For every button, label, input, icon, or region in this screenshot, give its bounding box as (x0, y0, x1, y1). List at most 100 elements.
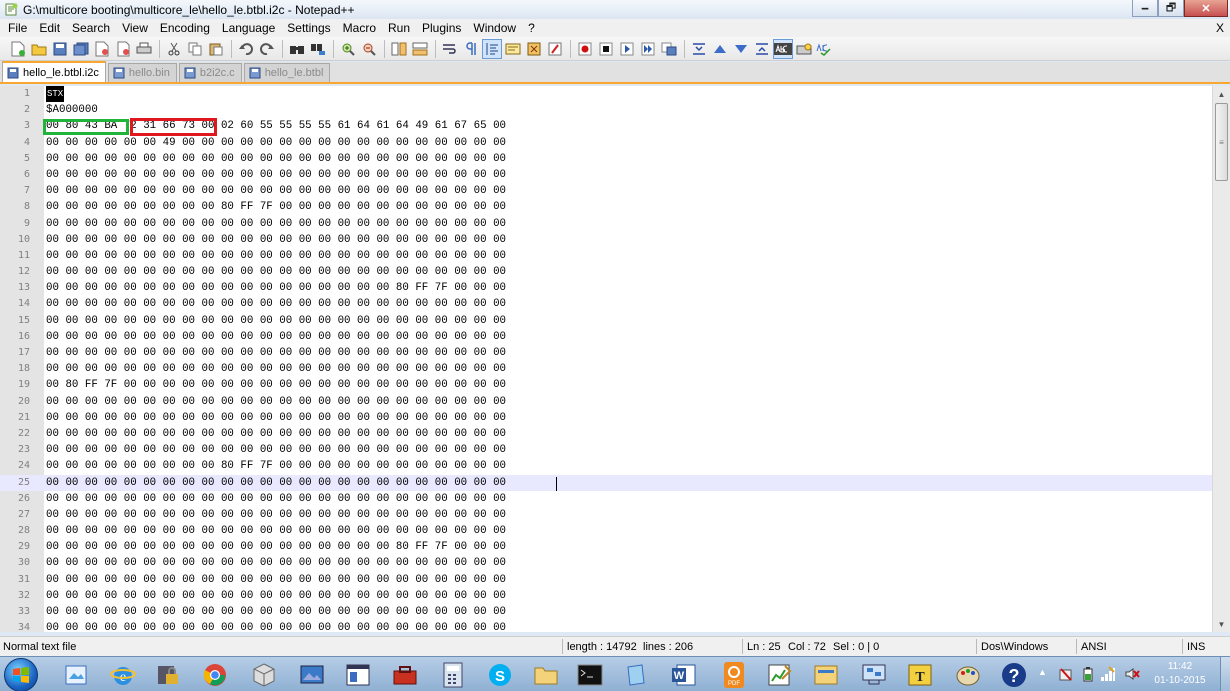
cut-icon[interactable] (164, 39, 184, 59)
indent-guide-icon[interactable] (482, 38, 502, 59)
taskbar-chart-editor-icon[interactable] (762, 659, 798, 690)
editor-line[interactable]: 14 00 00 00 00 00 00 00 00 00 00 00 00 00… (0, 296, 1212, 312)
close-document-button[interactable]: X (1216, 19, 1224, 37)
udl-icon[interactable] (503, 39, 523, 59)
minimize-button[interactable]: 🗕 (1132, 0, 1158, 17)
editor-line[interactable]: 28 00 00 00 00 00 00 00 00 00 00 00 00 00… (0, 523, 1212, 539)
scroll-down-icon[interactable]: ▼ (1213, 616, 1230, 632)
maximize-button[interactable]: 🗗 (1158, 0, 1184, 17)
stop-macro-icon[interactable] (596, 39, 616, 59)
editor-line[interactable]: 30 00 00 00 00 00 00 00 00 00 00 00 00 00… (0, 555, 1212, 571)
text-editor[interactable]: 1 STX 2 $A000000 3 00 80 43 BA 72 31 66 73 00… (0, 86, 1230, 632)
editor-line[interactable]: 1 STX (0, 86, 1212, 102)
editor-line[interactable]: 20 00 00 00 00 00 00 00 00 00 00 00 00 00… (0, 394, 1212, 410)
editor-line[interactable]: 18 00 00 00 00 00 00 00 00 00 00 00 00 00… (0, 361, 1212, 377)
editor-line[interactable]: 2 $A000000 (0, 102, 1212, 118)
taskbar-calculator-icon[interactable] (435, 659, 471, 690)
editor-line[interactable]: 24 00 00 00 00 00 00 00 00 00 80 FF 7F 00… (0, 458, 1212, 474)
replace-icon[interactable] (308, 39, 328, 59)
wrap-icon[interactable] (440, 39, 460, 59)
tab-b2i2c-c[interactable]: b2i2c.c (178, 63, 242, 82)
editor-line[interactable]: 15 00 00 00 00 00 00 00 00 00 00 00 00 00… (0, 313, 1212, 329)
tray-battery-icon[interactable] (1082, 666, 1094, 685)
taskbar-skype-icon[interactable]: S (482, 659, 518, 690)
taskbar-window-app-icon[interactable] (340, 659, 376, 690)
editor-line[interactable]: 5 00 00 00 00 00 00 00 00 00 00 00 00 00 … (0, 151, 1212, 167)
play-macro-icon[interactable] (617, 39, 637, 59)
taskbar-network-icon[interactable] (856, 659, 892, 690)
taskbar-photo-viewer-icon[interactable] (294, 659, 330, 690)
editor-line[interactable]: 4 00 00 00 00 00 00 49 00 00 00 00 00 00 … (0, 135, 1212, 151)
prev-diff-icon[interactable] (710, 39, 730, 59)
taskbar-typing-app-icon[interactable]: T (902, 659, 938, 690)
taskbar-ie-icon[interactable]: e (105, 659, 141, 690)
taskbar-lock-app-icon[interactable] (150, 659, 186, 690)
print-icon[interactable] (134, 39, 154, 59)
tab-hello-le-btbl[interactable]: hello_le.btbl (243, 63, 331, 82)
editor-line[interactable]: 22 00 00 00 00 00 00 00 00 00 00 00 00 00… (0, 426, 1212, 442)
close-icon[interactable] (92, 39, 112, 59)
tray-expand-icon[interactable]: ▲ (1038, 667, 1047, 677)
menu-edit[interactable]: Edit (33, 19, 66, 37)
menu-search[interactable]: Search (66, 19, 116, 37)
editor-line[interactable]: 34 00 00 00 00 00 00 00 00 00 00 00 00 00… (0, 620, 1212, 632)
editor-line[interactable]: 17 00 00 00 00 00 00 00 00 00 00 00 00 00… (0, 345, 1212, 361)
editor-line[interactable]: 23 00 00 00 00 00 00 00 00 00 00 00 00 00… (0, 442, 1212, 458)
save-all-icon[interactable] (71, 39, 91, 59)
menu-plugins[interactable]: Plugins (416, 19, 467, 37)
menu-window[interactable]: Window (467, 19, 522, 37)
show-all-chars-icon[interactable] (461, 39, 481, 59)
open-file-icon[interactable] (29, 39, 49, 59)
spell-options-icon[interactable] (794, 39, 814, 59)
taskbar-toolbox-icon[interactable] (387, 659, 423, 690)
taskbar-clock[interactable]: 11:42 01-10-2015 (1148, 660, 1212, 688)
new-file-icon[interactable] (8, 39, 28, 59)
menu-macro[interactable]: Macro (337, 19, 382, 37)
record-macro-icon[interactable] (575, 39, 595, 59)
zoom-out-icon[interactable] (359, 39, 379, 59)
show-desktop-button[interactable] (1220, 657, 1230, 691)
editor-line[interactable]: 16 00 00 00 00 00 00 00 00 00 00 00 00 00… (0, 329, 1212, 345)
menu-settings[interactable]: Settings (281, 19, 336, 37)
menu-help[interactable]: ? (522, 19, 541, 37)
abc-check-icon[interactable] (815, 39, 835, 59)
redo-icon[interactable] (257, 39, 277, 59)
vertical-scrollbar[interactable]: ▲ ≡ ▼ (1212, 86, 1230, 632)
sync-h-icon[interactable] (410, 39, 430, 59)
editor-line[interactable]: 29 00 00 00 00 00 00 00 00 00 00 00 00 00… (0, 539, 1212, 555)
function-list-icon[interactable] (545, 39, 565, 59)
editor-line[interactable]: 11 00 00 00 00 00 00 00 00 00 00 00 00 00… (0, 248, 1212, 264)
paste-icon[interactable] (206, 39, 226, 59)
tray-signal-icon[interactable] (1100, 666, 1116, 685)
tab-hello-bin[interactable]: hello.bin (107, 63, 177, 82)
tray-antivirus-icon[interactable] (1058, 666, 1074, 685)
editor-line[interactable]: 7 00 00 00 00 00 00 00 00 00 00 00 00 00 … (0, 183, 1212, 199)
menu-file[interactable]: File (2, 19, 33, 37)
start-button[interactable] (4, 658, 38, 691)
find-icon[interactable] (287, 39, 307, 59)
save-macro-icon[interactable] (659, 39, 679, 59)
editor-line[interactable]: 8 00 00 00 00 00 00 00 00 00 80 FF 7F 00 … (0, 199, 1212, 215)
zoom-in-icon[interactable] (338, 39, 358, 59)
editor-line[interactable]: 19 00 80 FF 7F 00 00 00 00 00 00 00 00 00… (0, 377, 1212, 393)
taskbar-paint-palette-icon[interactable] (950, 659, 986, 690)
editor-line[interactable]: 21 00 00 00 00 00 00 00 00 00 00 00 00 00… (0, 410, 1212, 426)
compare-icon[interactable] (689, 39, 709, 59)
taskbar-help-icon[interactable]: ? (996, 659, 1032, 690)
taskbar-cmd-icon[interactable] (572, 659, 608, 690)
taskbar-folder-icon[interactable] (528, 659, 564, 690)
save-icon[interactable] (50, 39, 70, 59)
taskbar-cube-app-icon[interactable] (246, 659, 282, 690)
tab-hello-le-btbl-i2c[interactable]: hello_le.btbl.i2c (2, 61, 106, 82)
taskbar-notepad-icon[interactable] (618, 659, 654, 690)
scroll-up-icon[interactable]: ▲ (1213, 86, 1230, 102)
scroll-thumb[interactable]: ≡ (1215, 103, 1228, 181)
editor-line[interactable]: 12 00 00 00 00 00 00 00 00 00 00 00 00 00… (0, 264, 1212, 280)
next-diff-icon[interactable] (731, 39, 751, 59)
menu-language[interactable]: Language (216, 19, 281, 37)
menu-run[interactable]: Run (382, 19, 416, 37)
taskbar-paint-icon[interactable] (58, 659, 94, 690)
menu-encoding[interactable]: Encoding (154, 19, 216, 37)
tray-volume-icon[interactable] (1124, 666, 1140, 685)
editor-line[interactable]: 32 00 00 00 00 00 00 00 00 00 00 00 00 00… (0, 588, 1212, 604)
